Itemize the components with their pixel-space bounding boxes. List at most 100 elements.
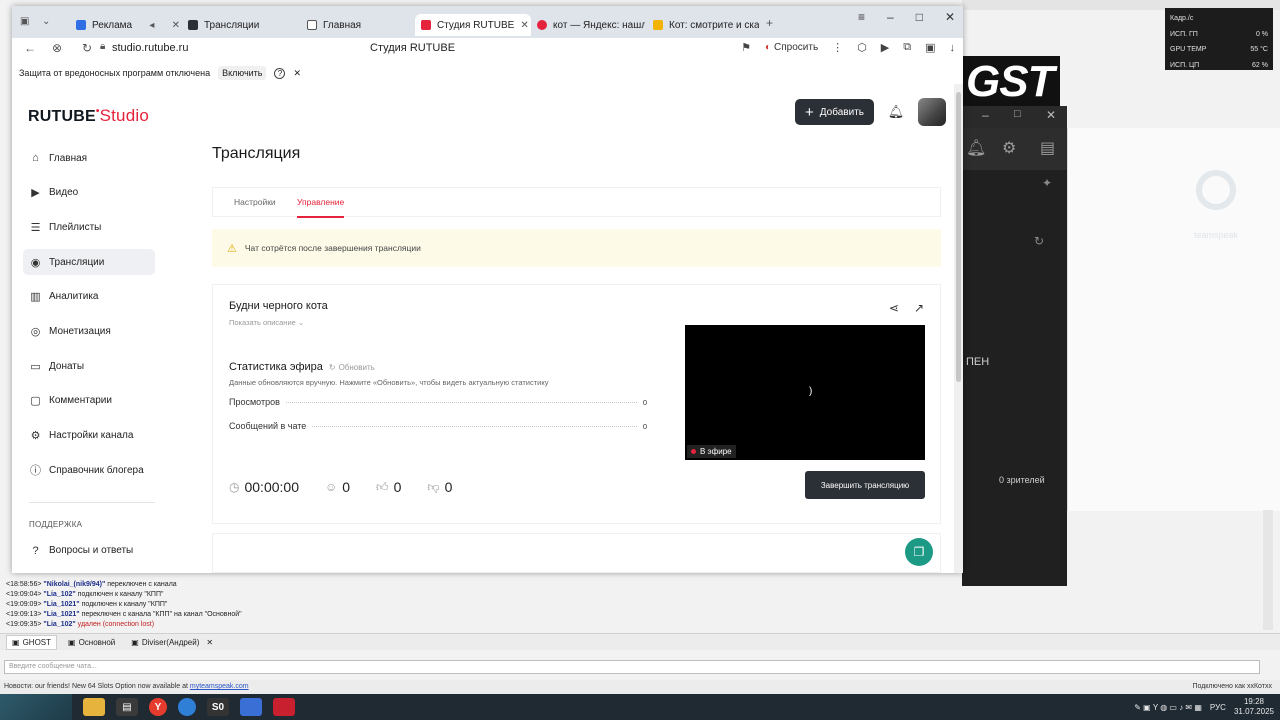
- card-actions: ⋖ ↗: [889, 301, 924, 315]
- store-icon[interactable]: ▤: [116, 698, 138, 716]
- gear-icon[interactable]: ⚙: [1002, 138, 1016, 158]
- download-icon[interactable]: ↓: [950, 42, 956, 54]
- share-icon[interactable]: ⋖: [889, 301, 899, 315]
- back-icon[interactable]: ←: [24, 41, 36, 55]
- news-link[interactable]: myteamspeak.com: [190, 683, 249, 690]
- refresh-icon[interactable]: ↻: [1034, 234, 1044, 248]
- stream-preview-player[interactable]: ) В эфире ➤: [685, 325, 925, 460]
- sidebar-item-channel-settings[interactable]: ⚙ Настройки канала: [23, 423, 155, 449]
- tab-management[interactable]: Управление: [297, 197, 345, 218]
- page-scrollbar[interactable]: [954, 84, 963, 573]
- translate-icon[interactable]: ⧉: [903, 41, 911, 54]
- extension-icon[interactable]: ⬡: [857, 41, 867, 54]
- reload-icon[interactable]: ↻: [82, 41, 92, 55]
- close-icon[interactable]: ✕: [1046, 108, 1056, 122]
- app-icon[interactable]: [178, 698, 196, 716]
- tab-private-chat[interactable]: ▣ Diviser(Андрей) ✕: [126, 635, 218, 650]
- tab-list-icon[interactable]: ⌄: [42, 16, 50, 27]
- system-tray: ✎ ▣ Y ◍ ▭ ♪ ✉ ▦ РУС 19:28 31.07.2025: [1134, 694, 1274, 720]
- rutube-studio-logo[interactable]: RUTUBE•Studio: [28, 106, 149, 126]
- external-link-icon[interactable]: ↗: [914, 301, 924, 315]
- browser-tab-active[interactable]: Студия RUTUBE ✕: [415, 14, 531, 36]
- tab-settings[interactable]: Настройки: [234, 197, 276, 207]
- likes-counter: 👍︎ 0: [376, 479, 402, 495]
- tab-menu-icon[interactable]: ▣: [20, 16, 29, 27]
- page-title-header: Студия RUTUBE: [370, 42, 456, 54]
- sidebar-item-playlists[interactable]: ☰ Плейлисты: [23, 214, 155, 240]
- mute-icon[interactable]: ◂: [149, 20, 154, 31]
- file-explorer-icon[interactable]: [83, 698, 105, 716]
- pin-icon[interactable]: ✦: [1042, 176, 1052, 190]
- browser-tab[interactable]: Главная: [301, 14, 415, 36]
- tab-main-channel[interactable]: ▣ Основной: [63, 635, 120, 650]
- browser-tab[interactable]: кот — Яндекс: нашло: [531, 14, 645, 36]
- tab-ghost[interactable]: ▣ GHOST: [6, 634, 58, 650]
- sidebar-item-faq[interactable]: ? Вопросы и ответы: [29, 544, 133, 557]
- lock-icon[interactable]: 🔒︎: [100, 41, 105, 52]
- sidebar-item-analytics[interactable]: ▥ Аналитика: [23, 284, 155, 310]
- panel-icon[interactable]: ▤: [1040, 138, 1055, 158]
- more-icon[interactable]: ⋮: [832, 41, 843, 54]
- sidebar-item-monetization[interactable]: ◎ Монетизация: [23, 318, 155, 344]
- maximize-icon[interactable]: □: [1014, 108, 1021, 120]
- background-panel-titlebar: – □ ✕: [962, 106, 1067, 128]
- plus-icon: +: [805, 103, 814, 121]
- chat-message-input[interactable]: Введите сообщение чата...: [4, 660, 1260, 674]
- chevron-down-icon: ⌄: [297, 318, 305, 327]
- rutube-icon[interactable]: [273, 698, 295, 716]
- sidebar-item-broadcasts[interactable]: ◉ Трансляции: [23, 249, 155, 276]
- bookmark-icon[interactable]: ⚑: [741, 41, 751, 54]
- sidebar-item-blogger-guide[interactable]: ⓘ Справочник блогера: [23, 457, 155, 483]
- background-scrollbar[interactable]: [1263, 510, 1273, 630]
- scrollbar-thumb[interactable]: [956, 92, 961, 382]
- monetization-icon: ◎: [30, 325, 41, 338]
- taskbar: ▤ Y S0 ✎ ▣ Y ◍ ▭ ♪ ✉ ▦ РУС 19:28 31.07.20…: [0, 694, 1280, 720]
- close-icon[interactable]: ✕: [293, 68, 301, 79]
- support-chat-button[interactable]: ❐: [905, 538, 933, 566]
- close-icon[interactable]: ✕: [172, 20, 180, 31]
- refresh-button[interactable]: ↻ Обновить: [329, 363, 375, 372]
- yandex-icon[interactable]: ⊗: [52, 41, 62, 55]
- browser-tab[interactable]: Трансляции: [182, 14, 300, 36]
- studio-page: RUTUBE•Studio ⌂ Главная ▶ Видео ☰ Плейлисты…: [12, 84, 954, 573]
- language-indicator[interactable]: РУС: [1210, 703, 1226, 712]
- teamspeak-icon[interactable]: [240, 698, 262, 716]
- sidebar-item-video[interactable]: ▶ Видео: [23, 180, 155, 206]
- protect-icon[interactable]: ▣: [925, 41, 935, 54]
- broadcast-icon: ◉: [30, 256, 41, 269]
- app-s0-icon[interactable]: S0: [207, 698, 229, 716]
- show-description-link[interactable]: Показать описание ⌄: [229, 318, 304, 327]
- avatar[interactable]: [918, 98, 946, 126]
- add-button[interactable]: + Добавить: [795, 99, 874, 125]
- minimize-icon[interactable]: –: [887, 10, 894, 24]
- browser-window: ▣ ⌄ Реклама ◂ ✕ Трансляции Главная Студи…: [12, 6, 963, 573]
- notifications-icon[interactable]: 🔔︎: [886, 104, 906, 120]
- background-tabbar: ▣ GHOST ▣ Основной ▣ Diviser(Андрей) ✕: [0, 633, 1280, 650]
- end-broadcast-button[interactable]: Завершить трансляцию: [805, 471, 925, 499]
- ask-button[interactable]: ◐ Спросить: [765, 42, 818, 53]
- close-icon[interactable]: ✕: [945, 10, 955, 24]
- clock[interactable]: 19:28 31.07.2025: [1234, 697, 1274, 717]
- close-icon[interactable]: ✕: [206, 638, 213, 647]
- bookmarks-icon[interactable]: ≡: [858, 10, 865, 24]
- tray-icons[interactable]: ✎ ▣ Y ◍ ▭ ♪ ✉ ▦: [1134, 703, 1202, 712]
- new-tab-icon[interactable]: +: [766, 16, 773, 30]
- start-button[interactable]: [0, 694, 72, 720]
- media-icon[interactable]: ▶: [881, 41, 889, 54]
- tab-favicon: [653, 20, 663, 30]
- sidebar-item-donations[interactable]: ▭ Донаты: [23, 353, 155, 379]
- browser-tab[interactable]: Реклама ◂ ✕: [70, 14, 186, 36]
- minimize-icon[interactable]: –: [982, 108, 989, 122]
- sidebar-item-comments[interactable]: ▢ Комментарии: [23, 388, 155, 414]
- close-icon[interactable]: ✕: [520, 20, 528, 31]
- enable-button[interactable]: Включить: [218, 66, 267, 80]
- browser-tab[interactable]: Кот: смотрите и скач: [647, 14, 759, 36]
- bell-icon[interactable]: 🔔︎: [966, 138, 986, 158]
- url-field[interactable]: studio.rutube.ru: [112, 42, 188, 54]
- log-line: <19:09:09> "Lia_1021" подключен к каналу…: [6, 601, 168, 608]
- sidebar-item-home[interactable]: ⌂ Главная: [23, 145, 155, 171]
- clock-icon: ◷: [229, 480, 240, 494]
- maximize-icon[interactable]: □: [916, 10, 923, 24]
- help-icon[interactable]: ?: [274, 67, 286, 79]
- yandex-browser-icon[interactable]: Y: [149, 698, 167, 716]
